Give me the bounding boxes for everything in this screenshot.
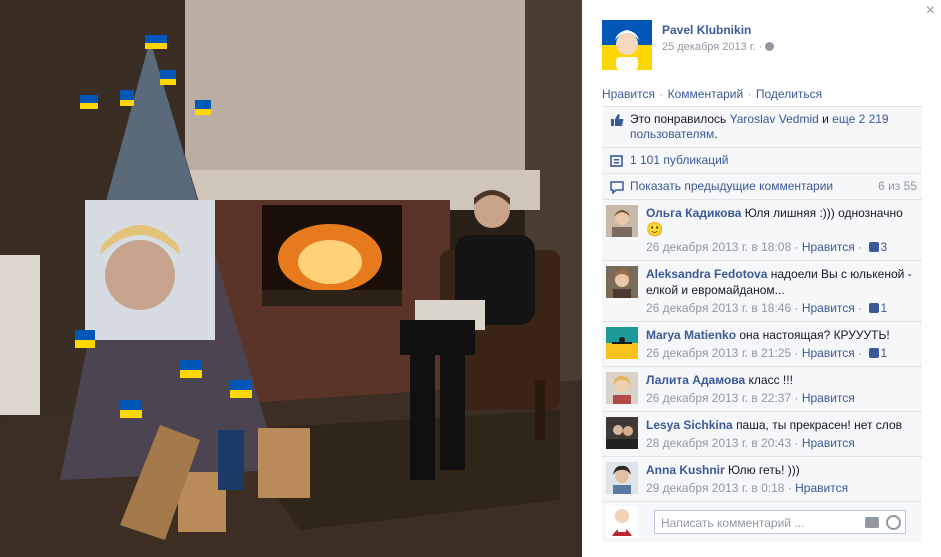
likes-connector: и [818,112,833,126]
thumbs-up-icon [869,303,880,313]
comment-text: она настоящая? КРУУУТЬ! [739,328,890,342]
comment-like-button[interactable]: Нравится [802,391,855,405]
comment-like-count[interactable]: 3 [880,240,887,254]
previous-comments-row: Показать предыдущие комментарии 6 из 55 [602,174,922,200]
comment-bubble-icon [610,181,624,194]
viewer-avatar [606,506,638,538]
commenter-name[interactable]: Лалита Адамова [646,373,745,387]
thumbs-up-icon [611,114,624,126]
comment-item: Marya Matienko она настоящая? КРУУУТЬ! 26… [602,322,922,367]
comment-timestamp[interactable]: 29 декабря 2013 г. в 0:18 [646,481,784,495]
comment-like-count[interactable]: 1 [880,346,887,360]
comment-text: класс !!! [748,373,793,387]
author-name[interactable]: Pavel Klubnikin [662,23,774,37]
commenter-avatar[interactable] [606,205,638,237]
commenter-avatar[interactable] [606,372,638,404]
comment-timestamp[interactable]: 26 декабря 2013 г. в 21:25 [646,346,791,360]
globe-icon[interactable] [765,42,775,51]
post-photo[interactable] [0,0,582,557]
close-icon[interactable]: × [926,2,935,20]
comment-item: Лалита Адамова класс !!! 26 декабря 2013 … [602,367,922,412]
commenter-avatar[interactable] [606,266,638,298]
emoji-icon[interactable] [886,515,901,530]
comment-count: 6 из 55 [878,179,917,193]
likes-suffix: . [714,127,718,141]
comment-like-count[interactable]: 1 [880,301,887,315]
photo-scene [0,0,582,557]
comment-like-button[interactable]: Нравится [802,240,855,254]
comment-composer: Написать комментарий ... [602,502,922,542]
comment-like-button[interactable]: Нравится [802,301,855,315]
commenter-avatar[interactable] [606,462,638,494]
commenter-name[interactable]: Anna Kushnir [646,463,725,477]
thumbs-up-icon [869,348,880,358]
comment-button[interactable]: Комментарий [668,87,744,101]
author-avatar[interactable] [602,20,652,70]
comment-text: паша, ты прекрасен! нет слов [736,418,902,432]
comment-item: Lesya Sichkina паша, ты прекрасен! нет с… [602,412,922,457]
comment-item: Aleksandra Fedotova надоели Вы с юлькено… [602,261,922,322]
commenter-name[interactable]: Marya Matienko [646,328,736,342]
comment-timestamp[interactable]: 26 декабря 2013 г. в 18:46 [646,301,791,315]
likes-prefix: Это понравилось [630,112,730,126]
post-actions: Нравится · Комментарий · Поделиться [602,87,823,101]
commenter-avatar[interactable] [606,417,638,449]
share-icon [610,155,623,167]
comment-input-placeholder: Написать комментарий ... [661,516,805,530]
comment-timestamp[interactable]: 28 декабря 2013 г. в 20:43 [646,436,791,450]
comment-list: Ольга Кадикова Юля лишняя :))) однозначн… [602,200,922,502]
comment-item: Anna Kushnir Юлю геть! ))) 29 декабря 201… [602,457,922,502]
commenter-name[interactable]: Lesya Sichkina [646,418,733,432]
comment-item: Ольга Кадикова Юля лишняя :))) однозначн… [602,200,922,261]
comment-like-button[interactable]: Нравится [802,436,855,450]
comment-timestamp[interactable]: 26 декабря 2013 г. в 22:37 [646,391,791,405]
camera-icon[interactable] [865,517,879,528]
ufi-box: Это понравилось Yaroslav Vedmid и еще 2 … [602,106,922,542]
comment-input[interactable]: Написать комментарий ... [654,510,906,534]
commenter-name[interactable]: Ольга Кадикова [646,206,741,220]
likes-summary: Это понравилось Yaroslav Vedmid и еще 2 … [602,107,922,148]
post-date[interactable]: 25 декабря 2013 г. · [662,41,762,53]
thumbs-up-icon [869,242,880,252]
comment-like-button[interactable]: Нравится [802,346,855,360]
comment-like-button[interactable]: Нравится [795,481,848,495]
like-button[interactable]: Нравится [602,87,655,101]
share-button[interactable]: Поделиться [756,87,822,101]
comment-text: Юля лишняя :))) однозначно [744,206,903,220]
commenter-name[interactable]: Aleksandra Fedotova [646,267,767,281]
comment-timestamp[interactable]: 26 декабря 2013 г. в 18:08 [646,240,791,254]
post-side-panel: × Pavel Klubnikin 25 декабря 2013 г. · Н… [582,0,941,557]
commenter-avatar[interactable] [606,327,638,359]
shares-link[interactable]: 1 101 публикаций [630,153,729,168]
shares-summary: 1 101 публикаций [602,148,922,174]
comment-text: Юлю геть! ))) [728,463,800,477]
smiley-emoji: 🙂 [646,221,664,237]
liker-link[interactable]: Yaroslav Vedmid [730,112,819,126]
view-previous-comments[interactable]: Показать предыдущие комментарии [630,179,833,194]
post-header: Pavel Klubnikin 25 декабря 2013 г. · [602,20,775,70]
